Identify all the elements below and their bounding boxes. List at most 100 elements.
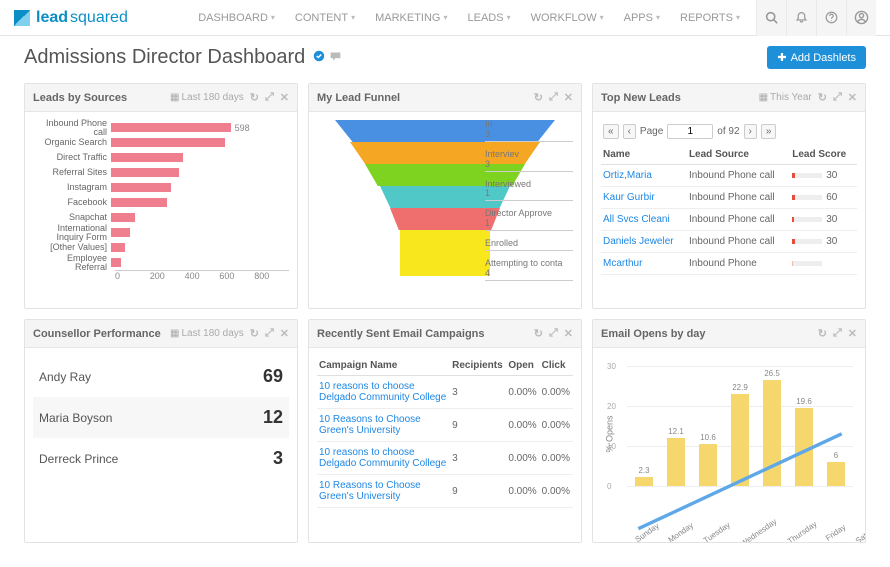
- close-icon[interactable]: ✕: [564, 91, 573, 104]
- hbar-bar: [111, 198, 167, 207]
- dashlet-grid: Leads by Sources ▦ Last 180 days ↻ ⤢ ✕ I…: [0, 75, 890, 563]
- chevron-down-icon: ▾: [736, 13, 740, 22]
- close-icon[interactable]: ✕: [280, 91, 289, 104]
- counsellor-value: 69: [243, 366, 283, 387]
- campaign-link[interactable]: 10 reasons to choose Delgado Community C…: [319, 447, 446, 469]
- axis-tick: 400: [185, 271, 220, 281]
- campaign-link[interactable]: 10 Reasons to Choose Green's University: [319, 480, 421, 502]
- counsellor-value: 3: [243, 448, 283, 469]
- pager-first-button[interactable]: «: [603, 124, 619, 139]
- help-icon[interactable]: [816, 0, 846, 36]
- campaign-recipients: 3: [450, 442, 506, 475]
- user-icon[interactable]: [846, 0, 876, 36]
- chevron-down-icon: ▾: [507, 13, 511, 22]
- counsellor-name: Maria Boyson: [39, 411, 243, 425]
- add-dashlets-label: Add Dashlets: [791, 52, 856, 64]
- bar: [763, 380, 781, 486]
- lead-name-link[interactable]: Daniels Jeweler: [603, 236, 674, 247]
- verified-badge-icon: [313, 50, 325, 65]
- brand-logo[interactable]: leadsquared: [14, 9, 128, 27]
- close-icon[interactable]: ✕: [564, 327, 573, 340]
- bar-column: 6: [823, 451, 849, 486]
- hbar-row: Direct Traffic: [33, 150, 289, 165]
- hbar-bar: [111, 243, 125, 252]
- axis-tick: 600: [219, 271, 254, 281]
- search-icon[interactable]: [756, 0, 786, 36]
- table-header: Open: [506, 356, 539, 376]
- refresh-icon[interactable]: ↻: [818, 91, 827, 104]
- x-tick: Friday: [824, 523, 847, 542]
- x-tick: Tuesday: [701, 520, 731, 542]
- refresh-icon[interactable]: ↻: [534, 91, 543, 104]
- table-header: Recipients: [450, 356, 506, 376]
- y-tick: 0: [607, 482, 611, 491]
- close-icon[interactable]: ✕: [280, 327, 289, 340]
- campaign-link[interactable]: 10 Reasons to Choose Green's University: [319, 414, 421, 436]
- campaign-link[interactable]: 10 reasons to choose Delgado Community C…: [319, 381, 446, 403]
- hbar-label: Facebook: [33, 198, 111, 207]
- lead-name-link[interactable]: Mcarthur: [603, 258, 642, 269]
- hbar-label: International Inquiry Form: [33, 224, 111, 242]
- pager-page-input[interactable]: [667, 124, 713, 139]
- bell-icon[interactable]: [786, 0, 816, 36]
- lead-score: 30: [790, 209, 857, 231]
- funnel-label: In3: [485, 120, 573, 142]
- dashlet-range: This Year: [770, 92, 812, 103]
- pager-next-button[interactable]: ›: [744, 124, 757, 139]
- expand-icon[interactable]: ⤢: [549, 91, 558, 104]
- hbar-bar: [111, 138, 225, 147]
- hbar-row: Instagram: [33, 180, 289, 195]
- refresh-icon[interactable]: ↻: [818, 327, 827, 340]
- dashlet-title: My Lead Funnel: [317, 92, 528, 104]
- table-row: 10 Reasons to Choose Green's University …: [317, 475, 573, 508]
- leads-chart: Inbound Phone call 598 Organic Search Di…: [25, 112, 297, 308]
- x-tick: Wednesday: [739, 517, 779, 542]
- expand-icon[interactable]: ⤢: [265, 91, 274, 104]
- add-dashlets-button[interactable]: ✚ Add Dashlets: [767, 46, 866, 69]
- pager-last-button[interactable]: »: [761, 124, 777, 139]
- table-header: Campaign Name: [317, 356, 450, 376]
- bar: [699, 444, 717, 486]
- expand-icon[interactable]: ⤢: [549, 327, 558, 340]
- expand-icon[interactable]: ⤢: [833, 327, 842, 340]
- page-title: Admissions Director Dashboard: [24, 46, 305, 69]
- nav-item-content[interactable]: CONTENT▾: [287, 6, 363, 30]
- opens-chart: 0102030 2.3 12.1 10.6 22.9 26.5 19.6 6 S…: [627, 366, 853, 516]
- close-icon[interactable]: ✕: [848, 327, 857, 340]
- comment-icon[interactable]: [329, 50, 342, 66]
- nav-item-leads[interactable]: LEADS▾: [460, 6, 519, 30]
- lead-name-link[interactable]: Kaur Gurbir: [603, 192, 655, 203]
- nav-item-apps[interactable]: APPS▾: [616, 6, 668, 30]
- dashlet-title: Recently Sent Email Campaigns: [317, 328, 528, 340]
- nav-item-reports[interactable]: REPORTS▾: [672, 6, 748, 30]
- expand-icon[interactable]: ⤢: [265, 327, 274, 340]
- nav-item-workflow[interactable]: WORKFLOW▾: [523, 6, 612, 30]
- bar-value: 26.5: [764, 369, 780, 378]
- lead-name-link[interactable]: All Svcs Cleani: [603, 214, 670, 225]
- pager: « ‹ Page of 92 › »: [601, 120, 857, 145]
- y-tick: 10: [607, 442, 616, 451]
- lead-source: Inbound Phone call: [687, 231, 790, 253]
- refresh-icon[interactable]: ↻: [250, 91, 259, 104]
- table-header: Click: [540, 356, 573, 376]
- plus-icon: ✚: [777, 51, 786, 64]
- brand-text-a: lead: [36, 9, 68, 27]
- refresh-icon[interactable]: ↻: [534, 327, 543, 340]
- x-tick: Thursday: [786, 519, 818, 542]
- funnel-labels: In3Interviev3Interviewed1Director Approv…: [485, 120, 573, 289]
- expand-icon[interactable]: ⤢: [833, 91, 842, 104]
- pager-prev-button[interactable]: ‹: [623, 124, 636, 139]
- refresh-icon[interactable]: ↻: [250, 327, 259, 340]
- dashlet-title: Leads by Sources: [33, 92, 170, 104]
- close-icon[interactable]: ✕: [848, 91, 857, 104]
- table-row: All Svcs Cleani Inbound Phone call 30: [601, 209, 857, 231]
- hbar-label: Instagram: [33, 183, 111, 192]
- table-row: 10 reasons to choose Delgado Community C…: [317, 376, 573, 409]
- nav-item-dashboard[interactable]: DASHBOARD▾: [190, 6, 283, 30]
- hbar-value: 598: [235, 123, 250, 133]
- chevron-down-icon: ▾: [351, 13, 355, 22]
- lead-name-link[interactable]: Ortiz,Maria: [603, 170, 652, 181]
- lead-source: Inbound Phone call: [687, 165, 790, 187]
- bar: [827, 462, 845, 486]
- nav-item-marketing[interactable]: MARKETING▾: [367, 6, 455, 30]
